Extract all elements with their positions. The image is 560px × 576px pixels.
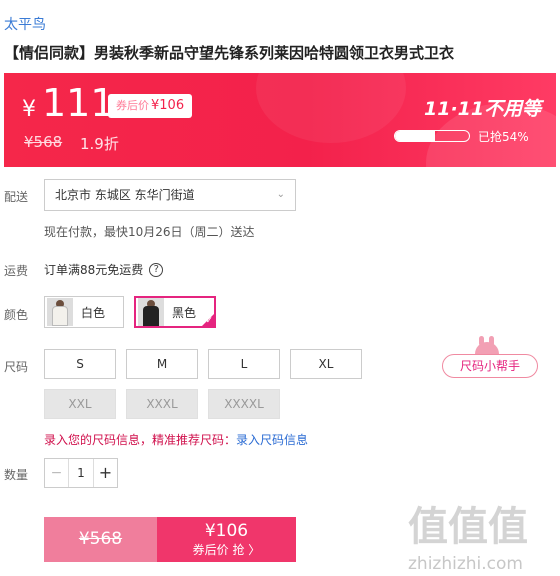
price-banner: ¥ 111 券后价 ¥106 ¥568 1.9折 11·11不用等 已抢54% xyxy=(4,73,556,167)
color-option-label: 黑色 xyxy=(172,305,197,320)
address-select[interactable]: 北京市 东城区 东华门街道 ⌄ xyxy=(44,179,296,211)
size-info-text: 录入您的尺码信息，精准推荐尺码： xyxy=(44,433,237,447)
sold-progress-bar xyxy=(394,130,470,142)
quantity-input[interactable]: 1 xyxy=(69,459,93,487)
current-price: ¥ 111 xyxy=(22,81,115,125)
sold-progress-fill xyxy=(395,131,435,141)
buy-subtext: 券后价 抢 〉 xyxy=(192,543,261,557)
question-icon[interactable]: ? xyxy=(149,262,164,277)
bunny-icon xyxy=(473,336,501,358)
size-option-l[interactable]: L xyxy=(208,349,280,379)
freight-label: 运费 xyxy=(4,264,29,278)
watermark-site: zhizhizhi.com xyxy=(408,554,523,574)
product-thumbnail xyxy=(138,298,164,326)
size-info-link[interactable]: 录入尺码信息 xyxy=(236,433,308,447)
size-option-s[interactable]: S xyxy=(44,349,116,379)
size-option-xl[interactable]: XL xyxy=(290,349,362,379)
chevron-down-icon: ⌄ xyxy=(276,189,285,200)
buy-price: ¥106 xyxy=(204,521,249,541)
original-price: ¥568 xyxy=(24,133,63,151)
thumbnail-shirt xyxy=(143,306,159,326)
checkmark-icon: ✓ xyxy=(205,316,213,326)
address-value: 北京市 东城区 东华门街道 xyxy=(55,188,195,202)
increment-button[interactable]: + xyxy=(93,459,117,487)
thumbnail-shirt xyxy=(52,306,68,326)
banner-decoration xyxy=(256,73,406,143)
coupon-label: 券后价 xyxy=(116,99,149,112)
size-option-xxxl: XXXL xyxy=(126,389,198,419)
delivery-label: 配送 xyxy=(4,190,29,204)
quantity-stepper: − 1 + xyxy=(44,458,118,488)
delivery-estimate: 现在付款，最快10月26日（周二）送达 xyxy=(44,225,255,239)
site-watermark: 值值值 zhizhizhi.com xyxy=(408,494,558,574)
quantity-label: 数量 xyxy=(4,468,29,482)
color-option-white[interactable]: 白色 xyxy=(44,296,124,328)
size-label: 尺码 xyxy=(4,360,29,374)
original-price-button[interactable]: ¥568 xyxy=(44,517,157,562)
product-title: 【情侣同款】男装秋季新品守望先锋系列莱因哈特圆领卫衣男式卫衣 xyxy=(4,44,455,62)
promo-slogan: 11·11不用等 xyxy=(424,98,542,120)
price-value: 111 xyxy=(42,81,115,125)
size-option-xxl: XXL xyxy=(44,389,116,419)
coupon-price-badge: 券后价 ¥106 xyxy=(108,94,193,118)
currency-symbol: ¥ xyxy=(22,97,36,122)
coupon-price: ¥106 xyxy=(151,98,185,113)
freight-text: 订单满88元免运费 xyxy=(44,263,144,277)
buy-with-coupon-button[interactable]: ¥106 券后价 抢 〉 xyxy=(157,517,296,562)
sold-percent: 已抢54% xyxy=(478,130,529,144)
color-option-black[interactable]: 黑色 ✓ xyxy=(134,296,216,328)
color-option-label: 白色 xyxy=(81,305,106,320)
freight-info: 订单满88元免运费 ? xyxy=(44,261,164,278)
brand-link[interactable]: 太平鸟 xyxy=(4,14,46,34)
size-info-prompt: 录入您的尺码信息，精准推荐尺码：录入尺码信息 xyxy=(44,431,308,448)
watermark-glyphs: 值值值 xyxy=(408,504,528,550)
discount-rate: 1.9折 xyxy=(80,135,119,153)
size-option-xxxxl: XXXXL xyxy=(208,389,280,419)
size-option-m[interactable]: M xyxy=(126,349,198,379)
decrement-button[interactable]: − xyxy=(45,459,69,487)
product-thumbnail xyxy=(47,298,73,326)
size-helper-button[interactable]: 尺码小帮手 xyxy=(442,354,538,378)
color-label: 颜色 xyxy=(4,308,29,322)
